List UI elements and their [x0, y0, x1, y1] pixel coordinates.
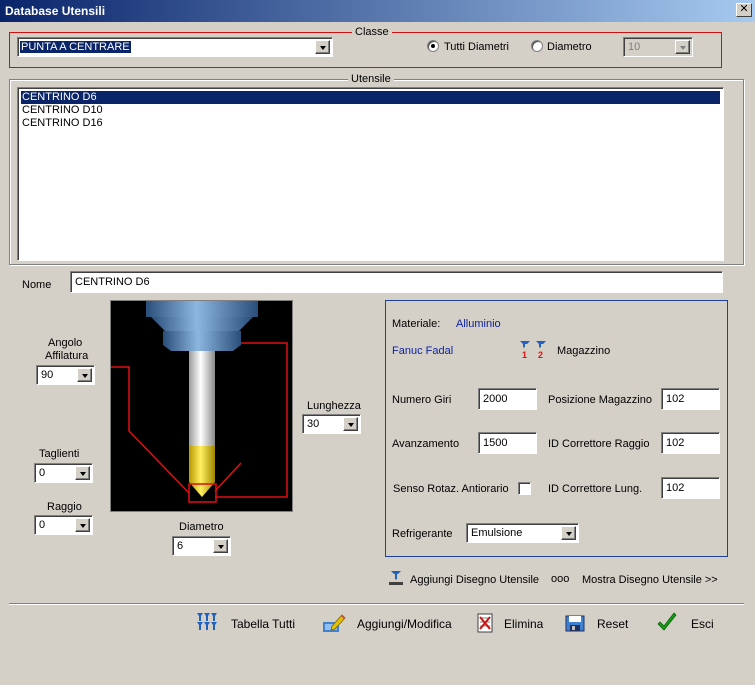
- numero-giri-value: 2000: [483, 393, 508, 405]
- chevron-down-icon[interactable]: [77, 368, 92, 382]
- chevron-down-icon[interactable]: [675, 40, 690, 54]
- machine-name: Fanuc Fadal: [392, 345, 454, 357]
- avanzamento-value: 1500: [483, 437, 508, 449]
- svg-text:2: 2: [538, 350, 543, 359]
- classe-select-value: PUNTA A CENTRARE: [20, 41, 131, 53]
- avanzamento-field[interactable]: 1500: [478, 432, 537, 454]
- chevron-down-icon[interactable]: [315, 40, 330, 54]
- taglienti-value: 0: [39, 467, 46, 479]
- materiale-label: Materiale:: [392, 318, 441, 330]
- show-drawing-icon[interactable]: ooo: [551, 573, 569, 585]
- posizione-field[interactable]: 102: [661, 388, 720, 410]
- list-item[interactable]: CENTRINO D6: [21, 91, 720, 104]
- radio-diametro-label: Diametro: [547, 41, 592, 53]
- corr-lung-field[interactable]: 102: [661, 477, 720, 499]
- list-item[interactable]: CENTRINO D16: [21, 117, 103, 130]
- radio-tutti-diametri[interactable]: [427, 40, 439, 52]
- corr-raggio-field[interactable]: 102: [661, 432, 720, 454]
- nome-label: Nome: [22, 279, 52, 291]
- show-drawing-link[interactable]: Mostra Disegno Utensile >>: [582, 574, 718, 586]
- utensile-legend: Utensile: [348, 73, 394, 85]
- numero-giri-label: Numero Giri: [392, 394, 452, 406]
- utensile-list[interactable]: CENTRINO D6 CENTRINO D10 CENTRINO D16: [17, 87, 724, 261]
- window-title: Database Utensili: [5, 4, 106, 18]
- corr-raggio-value: 102: [666, 437, 685, 449]
- separator: [9, 603, 744, 605]
- avanzamento-label: Avanzamento: [392, 438, 460, 450]
- add-drawing-link[interactable]: Aggiungi Disegno Utensile: [410, 574, 539, 586]
- chevron-down-icon[interactable]: [213, 539, 228, 553]
- angolo-select[interactable]: 90: [36, 365, 95, 385]
- materiale-value: Alluminio: [456, 318, 501, 330]
- title-bar: Database Utensili ✕: [0, 0, 755, 22]
- elimina-button[interactable]: Elimina: [474, 610, 544, 636]
- reset-icon: [564, 613, 586, 636]
- nome-field[interactable]: CENTRINO D6: [70, 271, 723, 293]
- radio-tutti-diametri-label: Tutti Diametri: [444, 41, 509, 53]
- raggio-select[interactable]: 0: [34, 515, 93, 535]
- chevron-down-icon[interactable]: [75, 518, 90, 532]
- reset-button[interactable]: Reset: [563, 610, 633, 636]
- classe-legend: Classe: [352, 26, 392, 38]
- raggio-value: 0: [39, 519, 46, 531]
- tabella-tutti-button[interactable]: Tabella Tutti: [194, 610, 304, 636]
- close-icon: ✕: [739, 3, 749, 15]
- info-panel: [385, 300, 728, 557]
- checkmark-icon: [656, 612, 678, 637]
- refrigerante-value: Emulsione: [471, 527, 523, 539]
- corr-lung-label: ID Correttore Lung.: [548, 483, 643, 495]
- taglienti-label: Taglienti: [39, 448, 80, 460]
- esci-label: Esci: [691, 617, 714, 631]
- svg-text:1: 1: [522, 350, 527, 359]
- tabella-tutti-label: Tabella Tutti: [231, 617, 296, 631]
- raggio-label: Raggio: [47, 501, 82, 513]
- diametro-label: Diametro: [179, 521, 224, 533]
- add-drawing-icon[interactable]: [388, 570, 404, 586]
- lunghezza-select[interactable]: 30: [302, 414, 361, 434]
- posizione-label: Posizione Magazzino: [548, 394, 652, 406]
- posizione-value: 102: [666, 393, 685, 405]
- taglienti-select[interactable]: 0: [34, 463, 93, 483]
- angolo-label-1: Angolo: [48, 337, 83, 349]
- list-item[interactable]: CENTRINO D10: [21, 104, 103, 117]
- nome-value: CENTRINO D6: [75, 276, 150, 288]
- close-button[interactable]: ✕: [736, 3, 752, 17]
- senso-checkbox[interactable]: [518, 482, 531, 495]
- edit-icon: [322, 612, 346, 637]
- reset-label: Reset: [597, 617, 629, 631]
- corr-raggio-label: ID Correttore Raggio: [548, 438, 650, 450]
- angolo-label-2: Affilatura: [45, 350, 89, 362]
- tool-illustration: [111, 301, 288, 503]
- lunghezza-label: Lunghezza: [307, 400, 361, 412]
- radio-diametro[interactable]: [531, 40, 543, 52]
- angolo-value: 90: [41, 369, 54, 381]
- corr-lung-value: 102: [666, 482, 685, 494]
- lunghezza-value: 30: [307, 418, 320, 430]
- numero-giri-field[interactable]: 2000: [478, 388, 537, 410]
- magazzino-label: Magazzino: [557, 345, 611, 357]
- diametro-filter-select[interactable]: 10: [623, 37, 693, 57]
- refrigerante-label: Refrigerante: [392, 528, 453, 540]
- aggiungi-modifica-button[interactable]: Aggiungi/Modifica: [320, 610, 452, 637]
- diametro-select[interactable]: 6: [172, 536, 231, 556]
- chevron-down-icon[interactable]: [561, 526, 576, 540]
- diametro-filter-value: 10: [628, 41, 641, 53]
- table-icon: [196, 612, 218, 635]
- classe-select[interactable]: PUNTA A CENTRARE: [17, 37, 333, 57]
- elimina-label: Elimina: [504, 617, 544, 631]
- chevron-down-icon[interactable]: [75, 466, 90, 480]
- esci-button[interactable]: Esci: [654, 610, 716, 636]
- refrigerante-select[interactable]: Emulsione: [466, 523, 579, 543]
- diametro-value: 6: [177, 540, 184, 552]
- delete-icon: [476, 613, 494, 636]
- tool-drawing: [110, 300, 293, 512]
- senso-label: Senso Rotaz. Antiorario: [393, 483, 509, 495]
- magazzino-icon: 1 2: [519, 339, 551, 360]
- aggiungi-modifica-label: Aggiungi/Modifica: [357, 617, 452, 631]
- chevron-down-icon[interactable]: [343, 417, 358, 431]
